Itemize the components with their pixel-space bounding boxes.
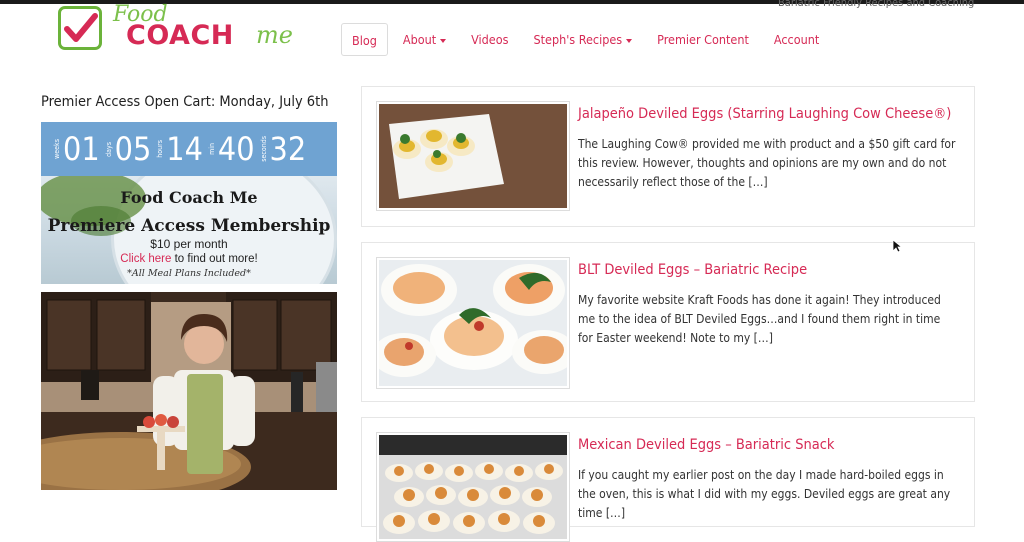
countdown-seconds-label: seconds <box>259 136 268 162</box>
countdown-days-value: 05 <box>114 130 152 168</box>
nav-about-label: About <box>402 32 437 47</box>
promo-cta-text: to find out more! <box>171 253 258 265</box>
post-title-link[interactable]: Mexican Deviled Eggs – Bariatric Snack <box>578 437 834 453</box>
promo-heading: Food Coach Me <box>120 188 258 207</box>
countdown-hours: hours 14 <box>156 130 203 168</box>
caret-down-icon <box>440 38 447 43</box>
post-excerpt: My favorite website Kraft Foods has done… <box>578 293 941 345</box>
countdown-days: days 05 <box>105 130 152 168</box>
promo-cta: Click here to find out more! <box>41 253 337 265</box>
nav-videos-label: Videos <box>471 32 509 47</box>
post-excerpt: If you caught my earlier post on the day… <box>578 468 951 520</box>
countdown-hours-label: hours <box>156 140 165 158</box>
nav-premier-content[interactable]: Premier Content <box>647 23 759 56</box>
nav-account-label: Account <box>773 32 820 47</box>
promo-click-here-link[interactable]: Click here <box>120 253 171 265</box>
nav-account[interactable]: Account <box>764 23 829 56</box>
caret-down-icon <box>626 38 633 43</box>
nav-premier-content-label: Premier Content <box>657 32 749 47</box>
mouse-cursor-icon <box>892 238 903 257</box>
site-logo[interactable]: Food COACH me <box>58 2 298 56</box>
post-title-link[interactable]: BLT Deviled Eggs – Bariatric Recipe <box>578 262 807 278</box>
post-card: BLT Deviled Eggs – Bariatric Recipe My f… <box>361 242 975 402</box>
main-nav: Blog About Videos Steph's Recipes Premie… <box>341 23 834 56</box>
site-tagline: Bariatric Friendly Recipes and Coaching <box>778 0 975 9</box>
nav-blog[interactable]: Blog <box>341 23 388 56</box>
sidebar-title: Premier Access Open Cart: Monday, July 6… <box>41 94 329 110</box>
countdown-days-label: days <box>104 141 113 157</box>
post-thumbnail[interactable] <box>376 257 570 389</box>
nav-stephs-recipes[interactable]: Steph's Recipes <box>523 23 642 56</box>
logo-word-coach: COACH <box>126 20 234 51</box>
nav-blog-label: Blog <box>352 33 377 48</box>
promo-price: $10 per month <box>150 237 228 251</box>
countdown-minutes-label: min <box>207 143 216 155</box>
countdown-weeks-value: 01 <box>63 130 100 168</box>
nav-videos[interactable]: Videos <box>461 23 518 56</box>
nav-about[interactable]: About <box>393 23 456 56</box>
checkbox-logo-icon <box>58 6 102 50</box>
countdown-weeks-label: weeks <box>53 139 61 159</box>
post-excerpt: The Laughing Cow® provided me with produ… <box>578 137 956 189</box>
promo-subheading: Premiere Access Membership <box>47 216 331 236</box>
countdown-weeks: weeks 01 <box>53 130 100 168</box>
membership-promo-banner[interactable]: Food Coach Me Premiere Access Membership… <box>41 176 337 284</box>
countdown-timer: weeks 01 days 05 hours 14 min 40 seconds… <box>41 122 337 176</box>
post-thumbnail[interactable] <box>376 432 570 542</box>
countdown-minutes: min 40 <box>208 130 255 168</box>
countdown-seconds-value: 32 <box>269 130 307 168</box>
countdown-seconds: seconds 32 <box>260 130 307 168</box>
post-title-link[interactable]: Jalapeño Deviled Eggs (Starring Laughing… <box>578 106 951 122</box>
author-kitchen-photo <box>41 292 337 490</box>
post-card: Mexican Deviled Eggs – Bariatric Snack I… <box>361 417 975 542</box>
countdown-hours-value: 14 <box>166 130 203 168</box>
post-card: Jalapeño Deviled Eggs (Starring Laughing… <box>361 86 975 227</box>
promo-note: *All Meal Plans Included* <box>127 268 251 279</box>
logo-word-me: me <box>256 21 293 49</box>
nav-stephs-recipes-label: Steph's Recipes <box>533 32 623 47</box>
post-thumbnail[interactable] <box>376 101 570 211</box>
countdown-minutes-value: 40 <box>217 130 255 168</box>
